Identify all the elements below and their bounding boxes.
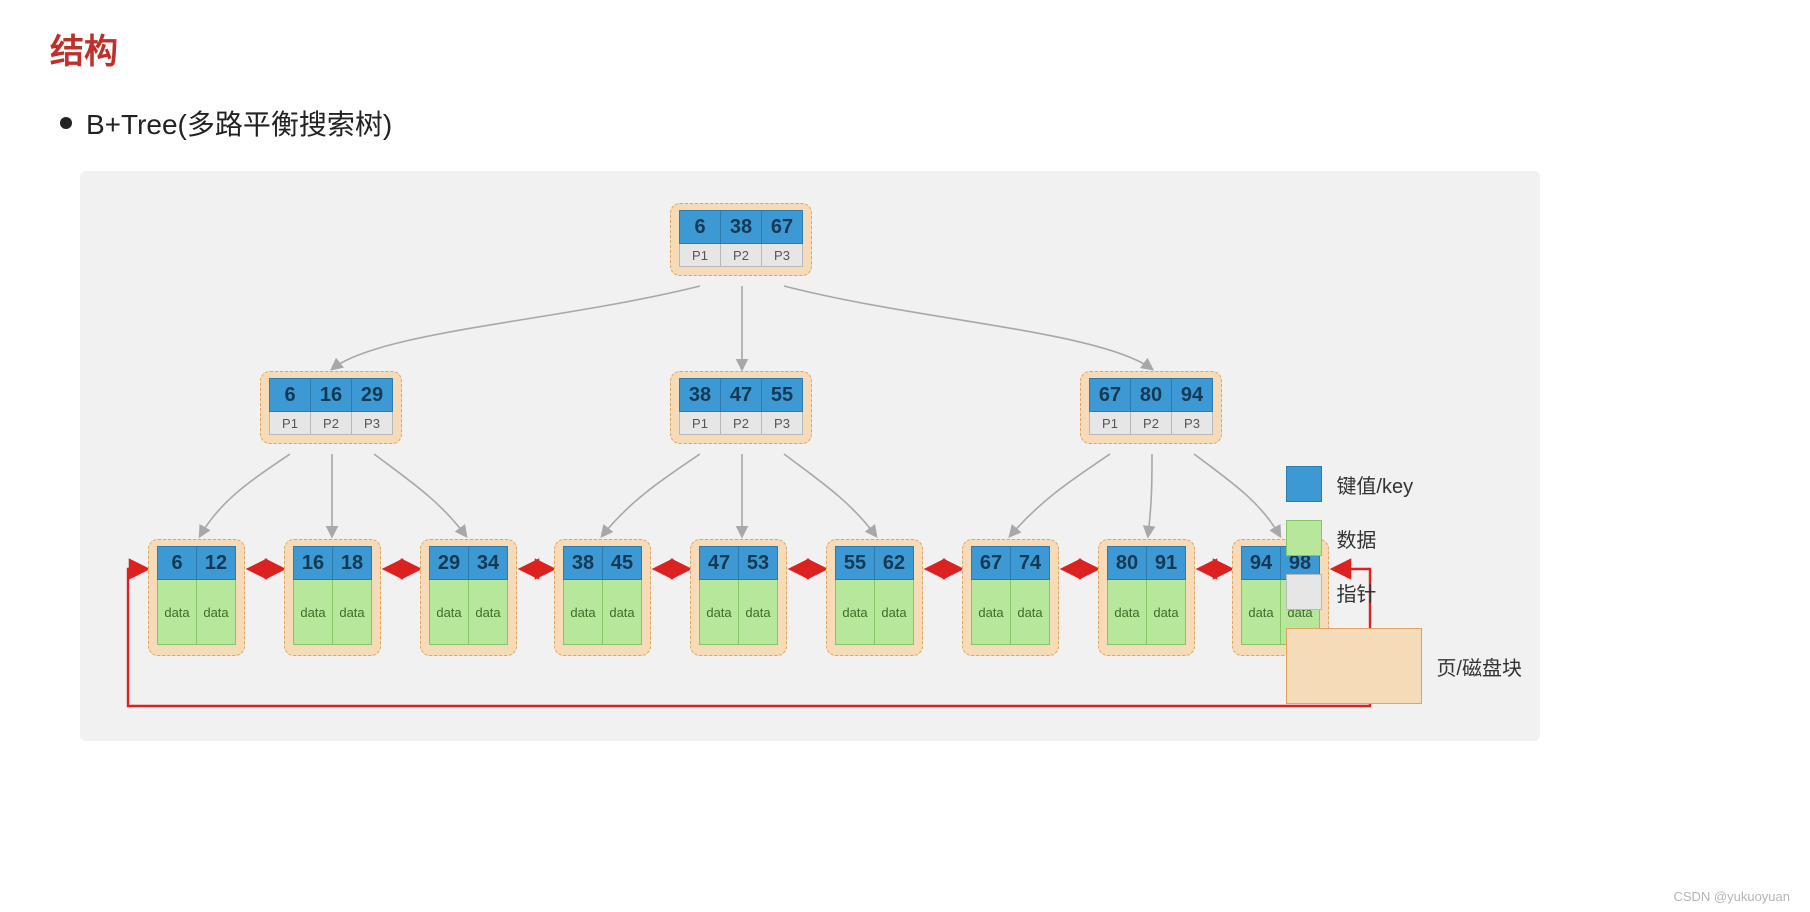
key-cell: 55 — [762, 378, 803, 412]
legend-item-page: 页/磁盘块 — [1286, 628, 1522, 704]
leaf-node: 612 datadata — [148, 539, 245, 656]
key-cell: 91 — [1147, 546, 1186, 580]
data-cell: data — [469, 580, 508, 645]
legend-item-pointer: 指针 — [1286, 574, 1522, 610]
key-cell: 62 — [875, 546, 914, 580]
key-cell: 18 — [333, 546, 372, 580]
bullet-text: B+Tree(多路平衡搜索树) — [86, 103, 392, 143]
leaf-node: 8091 datadata — [1098, 539, 1195, 656]
watermark: CSDN @yukuoyuan — [1673, 889, 1790, 904]
key-cell: 29 — [352, 378, 393, 412]
legend: 键值/key 数据 指针 页/磁盘块 — [1286, 466, 1522, 704]
leaf-node: 5562 datadata — [826, 539, 923, 656]
data-cell: data — [835, 580, 875, 645]
legend-item-key: 键值/key — [1286, 466, 1522, 502]
pointer-cell: P1 — [1089, 412, 1131, 435]
root-node: 6 38 67 P1 P2 P3 — [670, 203, 812, 276]
key-cell: 16 — [293, 546, 333, 580]
data-cell: data — [1107, 580, 1147, 645]
key-cell: 94 — [1241, 546, 1281, 580]
legend-item-data: 数据 — [1286, 520, 1522, 556]
key-cell: 45 — [603, 546, 642, 580]
key-cell: 94 — [1172, 378, 1213, 412]
key-cell: 53 — [739, 546, 778, 580]
pointer-cell: P1 — [269, 412, 311, 435]
swatch-data-icon — [1286, 520, 1322, 556]
data-cell: data — [429, 580, 469, 645]
swatch-page-icon — [1286, 628, 1422, 704]
data-cell: data — [971, 580, 1011, 645]
legend-label: 数据 — [1336, 524, 1376, 553]
key-cell: 6 — [679, 210, 721, 244]
leaf-node: 4753 datadata — [690, 539, 787, 656]
swatch-pointer-icon — [1286, 574, 1322, 610]
key-cell: 38 — [679, 378, 721, 412]
key-cell: 67 — [971, 546, 1011, 580]
key-cell: 29 — [429, 546, 469, 580]
legend-label: 指针 — [1336, 578, 1376, 607]
section-title: 结构 — [50, 24, 1760, 73]
internal-node: 38 47 55 P1 P2 P3 — [670, 371, 812, 444]
internal-node: 67 80 94 P1 P2 P3 — [1080, 371, 1222, 444]
data-cell: data — [333, 580, 372, 645]
data-cell: data — [699, 580, 739, 645]
key-cell: 47 — [699, 546, 739, 580]
data-cell: data — [1241, 580, 1281, 645]
key-cell: 67 — [1089, 378, 1131, 412]
key-cell: 34 — [469, 546, 508, 580]
key-cell: 6 — [269, 378, 311, 412]
swatch-key-icon — [1286, 466, 1322, 502]
key-cell: 80 — [1107, 546, 1147, 580]
data-cell: data — [1011, 580, 1050, 645]
data-cell: data — [563, 580, 603, 645]
pointer-cell: P2 — [721, 244, 762, 267]
bullet-dot-icon — [60, 117, 72, 129]
pointer-cell: P2 — [311, 412, 352, 435]
legend-label: 页/磁盘块 — [1436, 652, 1522, 681]
leaf-node: 1618 datadata — [284, 539, 381, 656]
leaf-node: 2934 datadata — [420, 539, 517, 656]
data-cell: data — [739, 580, 778, 645]
pointer-cell: P3 — [762, 244, 803, 267]
internal-node: 6 16 29 P1 P2 P3 — [260, 371, 402, 444]
data-cell: data — [603, 580, 642, 645]
key-cell: 67 — [762, 210, 803, 244]
key-cell: 12 — [197, 546, 236, 580]
leaf-node: 6774 datadata — [962, 539, 1059, 656]
leaf-node: 3845 datadata — [554, 539, 651, 656]
key-cell: 80 — [1131, 378, 1172, 412]
key-cell: 38 — [563, 546, 603, 580]
pointer-cell: P1 — [679, 412, 721, 435]
key-cell: 55 — [835, 546, 875, 580]
data-cell: data — [197, 580, 236, 645]
pointer-cell: P1 — [679, 244, 721, 267]
pointer-cell: P3 — [1172, 412, 1213, 435]
data-cell: data — [875, 580, 914, 645]
key-cell: 6 — [157, 546, 197, 580]
pointer-cell: P2 — [1131, 412, 1172, 435]
legend-label: 键值/key — [1336, 470, 1413, 499]
diagram-canvas: 6 38 67 P1 P2 P3 6 16 29 P1 P2 P3 — [80, 171, 1540, 741]
data-cell: data — [157, 580, 197, 645]
key-cell: 38 — [721, 210, 762, 244]
bullet-item: B+Tree(多路平衡搜索树) — [60, 103, 1760, 143]
pointer-cell: P3 — [762, 412, 803, 435]
pointer-cell: P3 — [352, 412, 393, 435]
pointer-cell: P2 — [721, 412, 762, 435]
key-cell: 47 — [721, 378, 762, 412]
data-cell: data — [1147, 580, 1186, 645]
key-cell: 16 — [311, 378, 352, 412]
data-cell: data — [293, 580, 333, 645]
key-cell: 74 — [1011, 546, 1050, 580]
